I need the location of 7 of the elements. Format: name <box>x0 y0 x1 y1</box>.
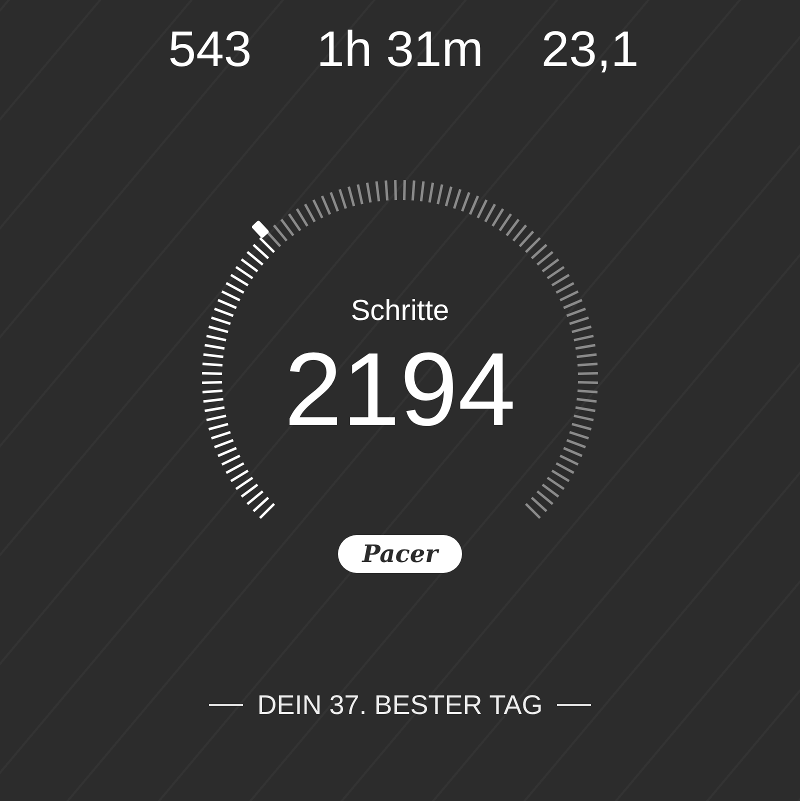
stat-value: 23,1 <box>540 20 640 78</box>
stat-value: 1h 31m <box>316 20 484 78</box>
steps-label: Schritte <box>350 294 450 328</box>
best-day-text: DEIN 37. BESTER TAG <box>257 689 543 721</box>
pacer-logo: Pacer <box>338 535 462 573</box>
steps-count: 2194 <box>283 334 517 446</box>
stat-value: 543 <box>167 20 253 78</box>
